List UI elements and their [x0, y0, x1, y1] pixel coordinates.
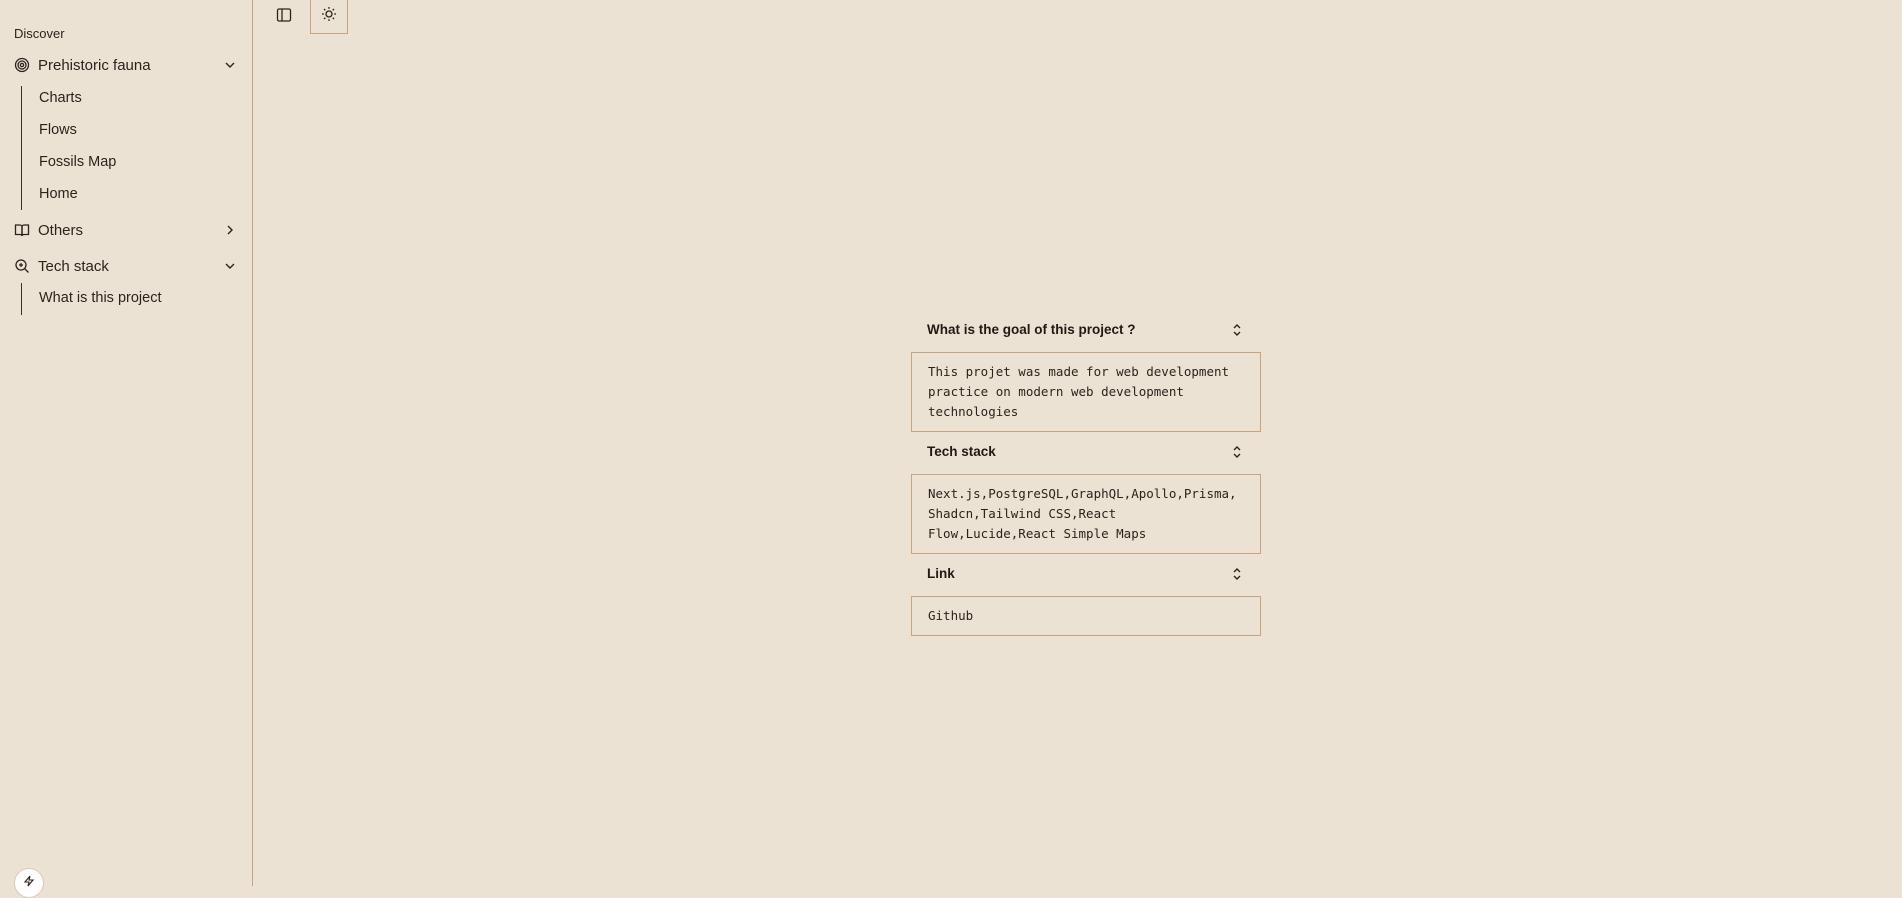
submenu-divider	[21, 283, 22, 315]
sidebar-group-label: Discover	[14, 26, 65, 41]
submenu-divider	[21, 86, 22, 210]
sun-icon	[321, 6, 337, 27]
panel-left-icon	[276, 7, 292, 28]
sidebar-section-tech-stack[interactable]: Tech stack	[14, 253, 238, 279]
chevrons-up-down-icon	[1229, 444, 1245, 460]
framework-badge-button[interactable]	[14, 868, 44, 898]
accordion-content-goal: This projet was made for web development…	[911, 352, 1261, 432]
accordion-header-tech-stack[interactable]: Tech stack	[911, 435, 1261, 468]
spiral-icon	[14, 57, 30, 73]
github-link[interactable]: Github	[928, 608, 973, 623]
theme-toggle-button[interactable]	[310, 0, 348, 34]
accordion-content-link[interactable]: Github	[911, 596, 1261, 636]
book-icon	[14, 222, 30, 238]
accordion-content-tech-stack: Next.js,PostgreSQL,GraphQL,Apollo,Prisma…	[911, 474, 1261, 554]
sidebar-section-label: Tech stack	[38, 257, 109, 275]
chevron-down-icon	[222, 258, 238, 274]
sidebar-toggle-button[interactable]	[265, 0, 303, 34]
accordion-title: Link	[927, 566, 955, 581]
sidebar-section-others[interactable]: Others	[14, 217, 238, 243]
sidebar-section-label: Others	[38, 221, 84, 239]
lightning-icon	[23, 874, 35, 892]
sidebar: Discover Prehistoric fauna Charts Flows …	[0, 0, 253, 898]
chevrons-up-down-icon	[1229, 322, 1245, 338]
chevrons-up-down-icon	[1229, 566, 1245, 582]
sidebar-item-flows[interactable]: Flows	[39, 119, 77, 141]
sidebar-section-label: Prehistoric fauna	[38, 56, 151, 74]
sidebar-item-what-is-this-project[interactable]: What is this project	[39, 287, 162, 309]
sidebar-section-prehistoric-fauna[interactable]: Prehistoric fauna	[14, 52, 238, 78]
chevron-down-icon	[222, 57, 238, 73]
accordion-title: What is the goal of this project ?	[927, 322, 1136, 337]
accordion-header-link[interactable]: Link	[911, 557, 1261, 590]
accordion-title: Tech stack	[927, 444, 996, 459]
chevron-right-icon	[222, 222, 238, 238]
faq-accordion: What is the goal of this project ? This …	[911, 313, 1261, 639]
sidebar-item-fossils-map[interactable]: Fossils Map	[39, 151, 116, 173]
accordion-header-goal[interactable]: What is the goal of this project ?	[911, 313, 1261, 346]
sidebar-item-home[interactable]: Home	[39, 183, 78, 205]
search-zoom-icon	[14, 258, 30, 274]
sidebar-item-charts[interactable]: Charts	[39, 87, 82, 109]
